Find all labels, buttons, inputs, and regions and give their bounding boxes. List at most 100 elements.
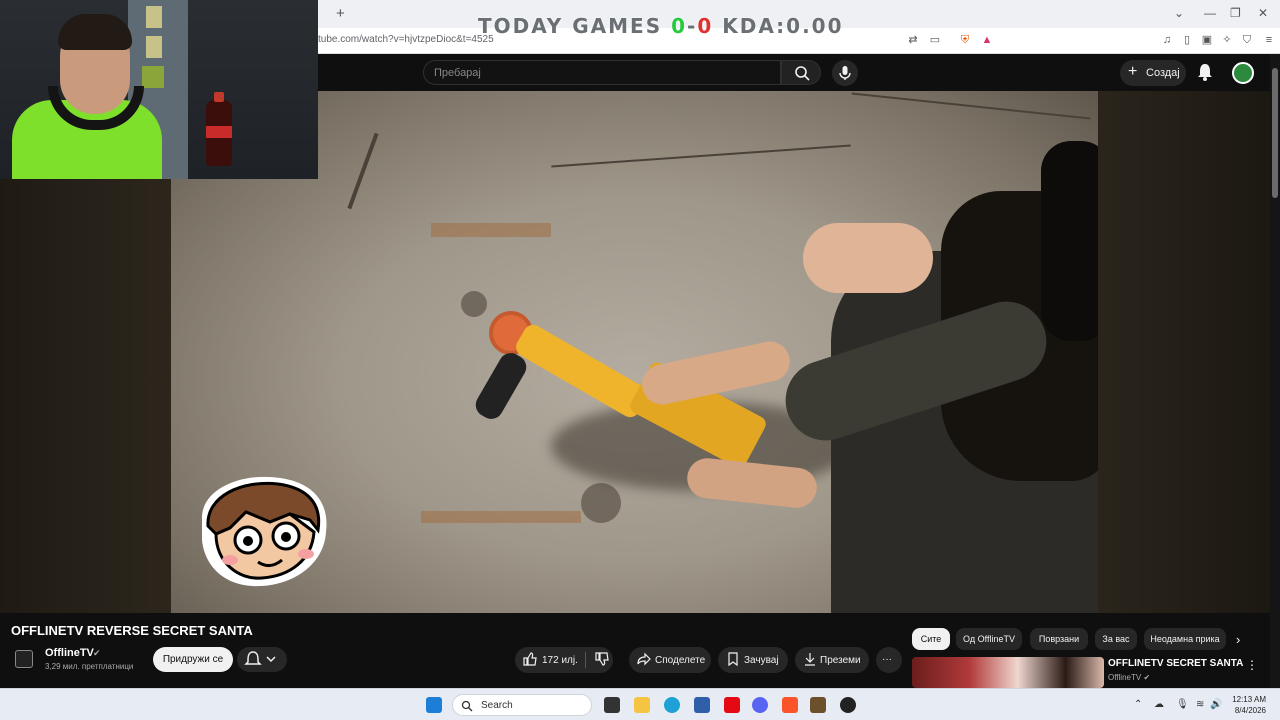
- create-button[interactable]: + Создај: [1120, 60, 1186, 86]
- floor-crack: [347, 132, 379, 210]
- account-avatar[interactable]: [1232, 62, 1254, 84]
- bell-icon: [1198, 64, 1212, 81]
- download-icon: [805, 653, 815, 666]
- microphone-icon[interactable]: 🎙: [1176, 699, 1189, 710]
- tab-search-icon[interactable]: ⌄: [1174, 6, 1184, 20]
- youtube-header: Пребарај + Создај: [318, 54, 1280, 91]
- kda-label: KDA:0.00: [722, 14, 844, 38]
- clock-time: 12:13 AM: [1232, 695, 1266, 704]
- recommended-video-thumbnail[interactable]: [912, 657, 1104, 688]
- floor-stain: [581, 483, 621, 523]
- download-button[interactable]: Преземи: [795, 647, 869, 673]
- chip-all[interactable]: Сите: [912, 628, 950, 650]
- dislike-button[interactable]: [591, 647, 613, 673]
- windows-taskbar: Search ⌃ ☁ 🎙 ≋ 🔊 12:13 AM 8/4/2026: [0, 688, 1280, 720]
- edge-icon[interactable]: [664, 697, 680, 713]
- page-scrollbar[interactable]: [1270, 54, 1280, 688]
- more-vertical-icon[interactable]: ⋮: [1246, 658, 1258, 672]
- wall-note: [146, 36, 162, 58]
- like-count: 172 илј.: [542, 655, 578, 666]
- translate-icon[interactable]: ⇄: [906, 33, 920, 47]
- today-games-label: TODAY GAMES: [478, 14, 663, 38]
- floor-crack: [851, 92, 1091, 120]
- person-leg: [803, 223, 933, 293]
- tray-chevron-up-icon[interactable]: ⌃: [1134, 699, 1142, 710]
- chevron-right-icon[interactable]: ›: [1236, 632, 1240, 647]
- obs-icon[interactable]: [840, 697, 856, 713]
- video-title: OFFLINETV REVERSE SECRET SANTA: [11, 623, 253, 638]
- file-explorer-icon[interactable]: [634, 697, 650, 713]
- bell-icon: [244, 651, 276, 665]
- streamer-hair: [58, 14, 132, 50]
- plus-icon: +: [1128, 63, 1138, 80]
- like-button[interactable]: 172 илј.: [515, 647, 585, 673]
- microphone-icon: [839, 66, 851, 80]
- wall-note: [142, 66, 164, 88]
- windows-start-icon[interactable]: [426, 697, 442, 713]
- chip-from-channel[interactable]: Од OfflineTV: [956, 628, 1022, 650]
- subscription-bell-button[interactable]: [237, 647, 287, 672]
- voice-search-button[interactable]: [832, 60, 858, 86]
- like-dislike-group: 172 илј.: [515, 647, 613, 673]
- brave-shield-icon[interactable]: ⛨: [958, 33, 972, 47]
- save-label: Зачувај: [744, 655, 779, 666]
- maximize-button[interactable]: ❐: [1230, 6, 1241, 20]
- url-text[interactable]: tube.com/watch?v=hjvtzpeDioc&t=4525: [318, 34, 494, 45]
- task-view-icon[interactable]: [604, 697, 620, 713]
- grinder-handle: [471, 348, 531, 424]
- brave-browser-icon[interactable]: [782, 697, 798, 713]
- wallet-icon[interactable]: ▣: [1200, 33, 1214, 47]
- clock-date: 8/4/2026: [1234, 706, 1266, 715]
- floor-marking: [421, 511, 581, 523]
- music-icon[interactable]: ♫: [1160, 33, 1174, 47]
- search-input[interactable]: Пребарај: [423, 60, 781, 85]
- soda-bottle: [206, 92, 232, 166]
- extensions-icon[interactable]: ✧: [1220, 33, 1234, 47]
- network-icon[interactable]: ☁: [1154, 699, 1164, 710]
- menu-icon[interactable]: ≡: [1262, 33, 1276, 47]
- volume-icon[interactable]: 🔊: [1210, 699, 1222, 710]
- share-button[interactable]: Споделете: [629, 647, 711, 673]
- game-stats-overlay: TODAY GAMES 0-0 KDA:0.00: [478, 14, 844, 38]
- share-label: Споделете: [655, 655, 706, 666]
- chip-related[interactable]: Поврзани: [1030, 628, 1088, 650]
- vpn-icon[interactable]: ⛉: [1240, 33, 1254, 47]
- store-icon[interactable]: [694, 697, 710, 713]
- score-dash: -: [687, 14, 698, 38]
- netflix-icon[interactable]: [724, 697, 740, 713]
- verified-badge-icon: ✔: [1143, 673, 1151, 682]
- wifi-icon[interactable]: ≋: [1196, 699, 1204, 710]
- chip-for-you[interactable]: За вас: [1095, 628, 1137, 650]
- new-tab-button[interactable]: +: [336, 5, 345, 22]
- losses-count: 0: [697, 14, 714, 38]
- save-button[interactable]: Зачувај: [718, 647, 788, 673]
- discord-icon[interactable]: [752, 697, 768, 713]
- scrollbar-thumb[interactable]: [1272, 68, 1278, 198]
- close-window-button[interactable]: ✕: [1258, 6, 1268, 20]
- streamer-webcam: [0, 0, 318, 179]
- more-dots-icon: ···: [882, 654, 892, 665]
- channel-avatar[interactable]: [15, 650, 33, 668]
- join-button[interactable]: Придружи се: [153, 647, 233, 672]
- brave-rewards-icon[interactable]: ▲: [980, 33, 994, 47]
- share-icon: [637, 652, 651, 666]
- more-actions-button[interactable]: ···: [876, 647, 902, 673]
- taskbar-search[interactable]: Search: [452, 694, 592, 716]
- recommended-channel-name: OfflineTV: [1108, 673, 1142, 682]
- thumbs-up-icon: [523, 652, 537, 666]
- floor-stain: [461, 291, 487, 317]
- like-divider: [585, 652, 586, 668]
- game-icon[interactable]: [810, 697, 826, 713]
- minimize-button[interactable]: —: [1204, 6, 1216, 20]
- recommended-video-title[interactable]: OFFLINETV SECRET SANTA: [1108, 658, 1243, 669]
- taskbar-search-label: Search: [481, 700, 513, 711]
- person-headphones: [1041, 141, 1098, 341]
- system-clock[interactable]: 12:13 AM 8/4/2026: [1226, 694, 1266, 716]
- channel-name[interactable]: OfflineTV: [45, 647, 94, 659]
- notifications-button[interactable]: [1196, 62, 1214, 87]
- cast-icon[interactable]: ▭: [928, 33, 942, 47]
- chip-recently-uploaded[interactable]: Неодамна прика: [1144, 628, 1226, 650]
- sidebar-icon[interactable]: ▯: [1180, 33, 1194, 47]
- search-icon: [461, 700, 473, 712]
- search-button[interactable]: [781, 60, 821, 85]
